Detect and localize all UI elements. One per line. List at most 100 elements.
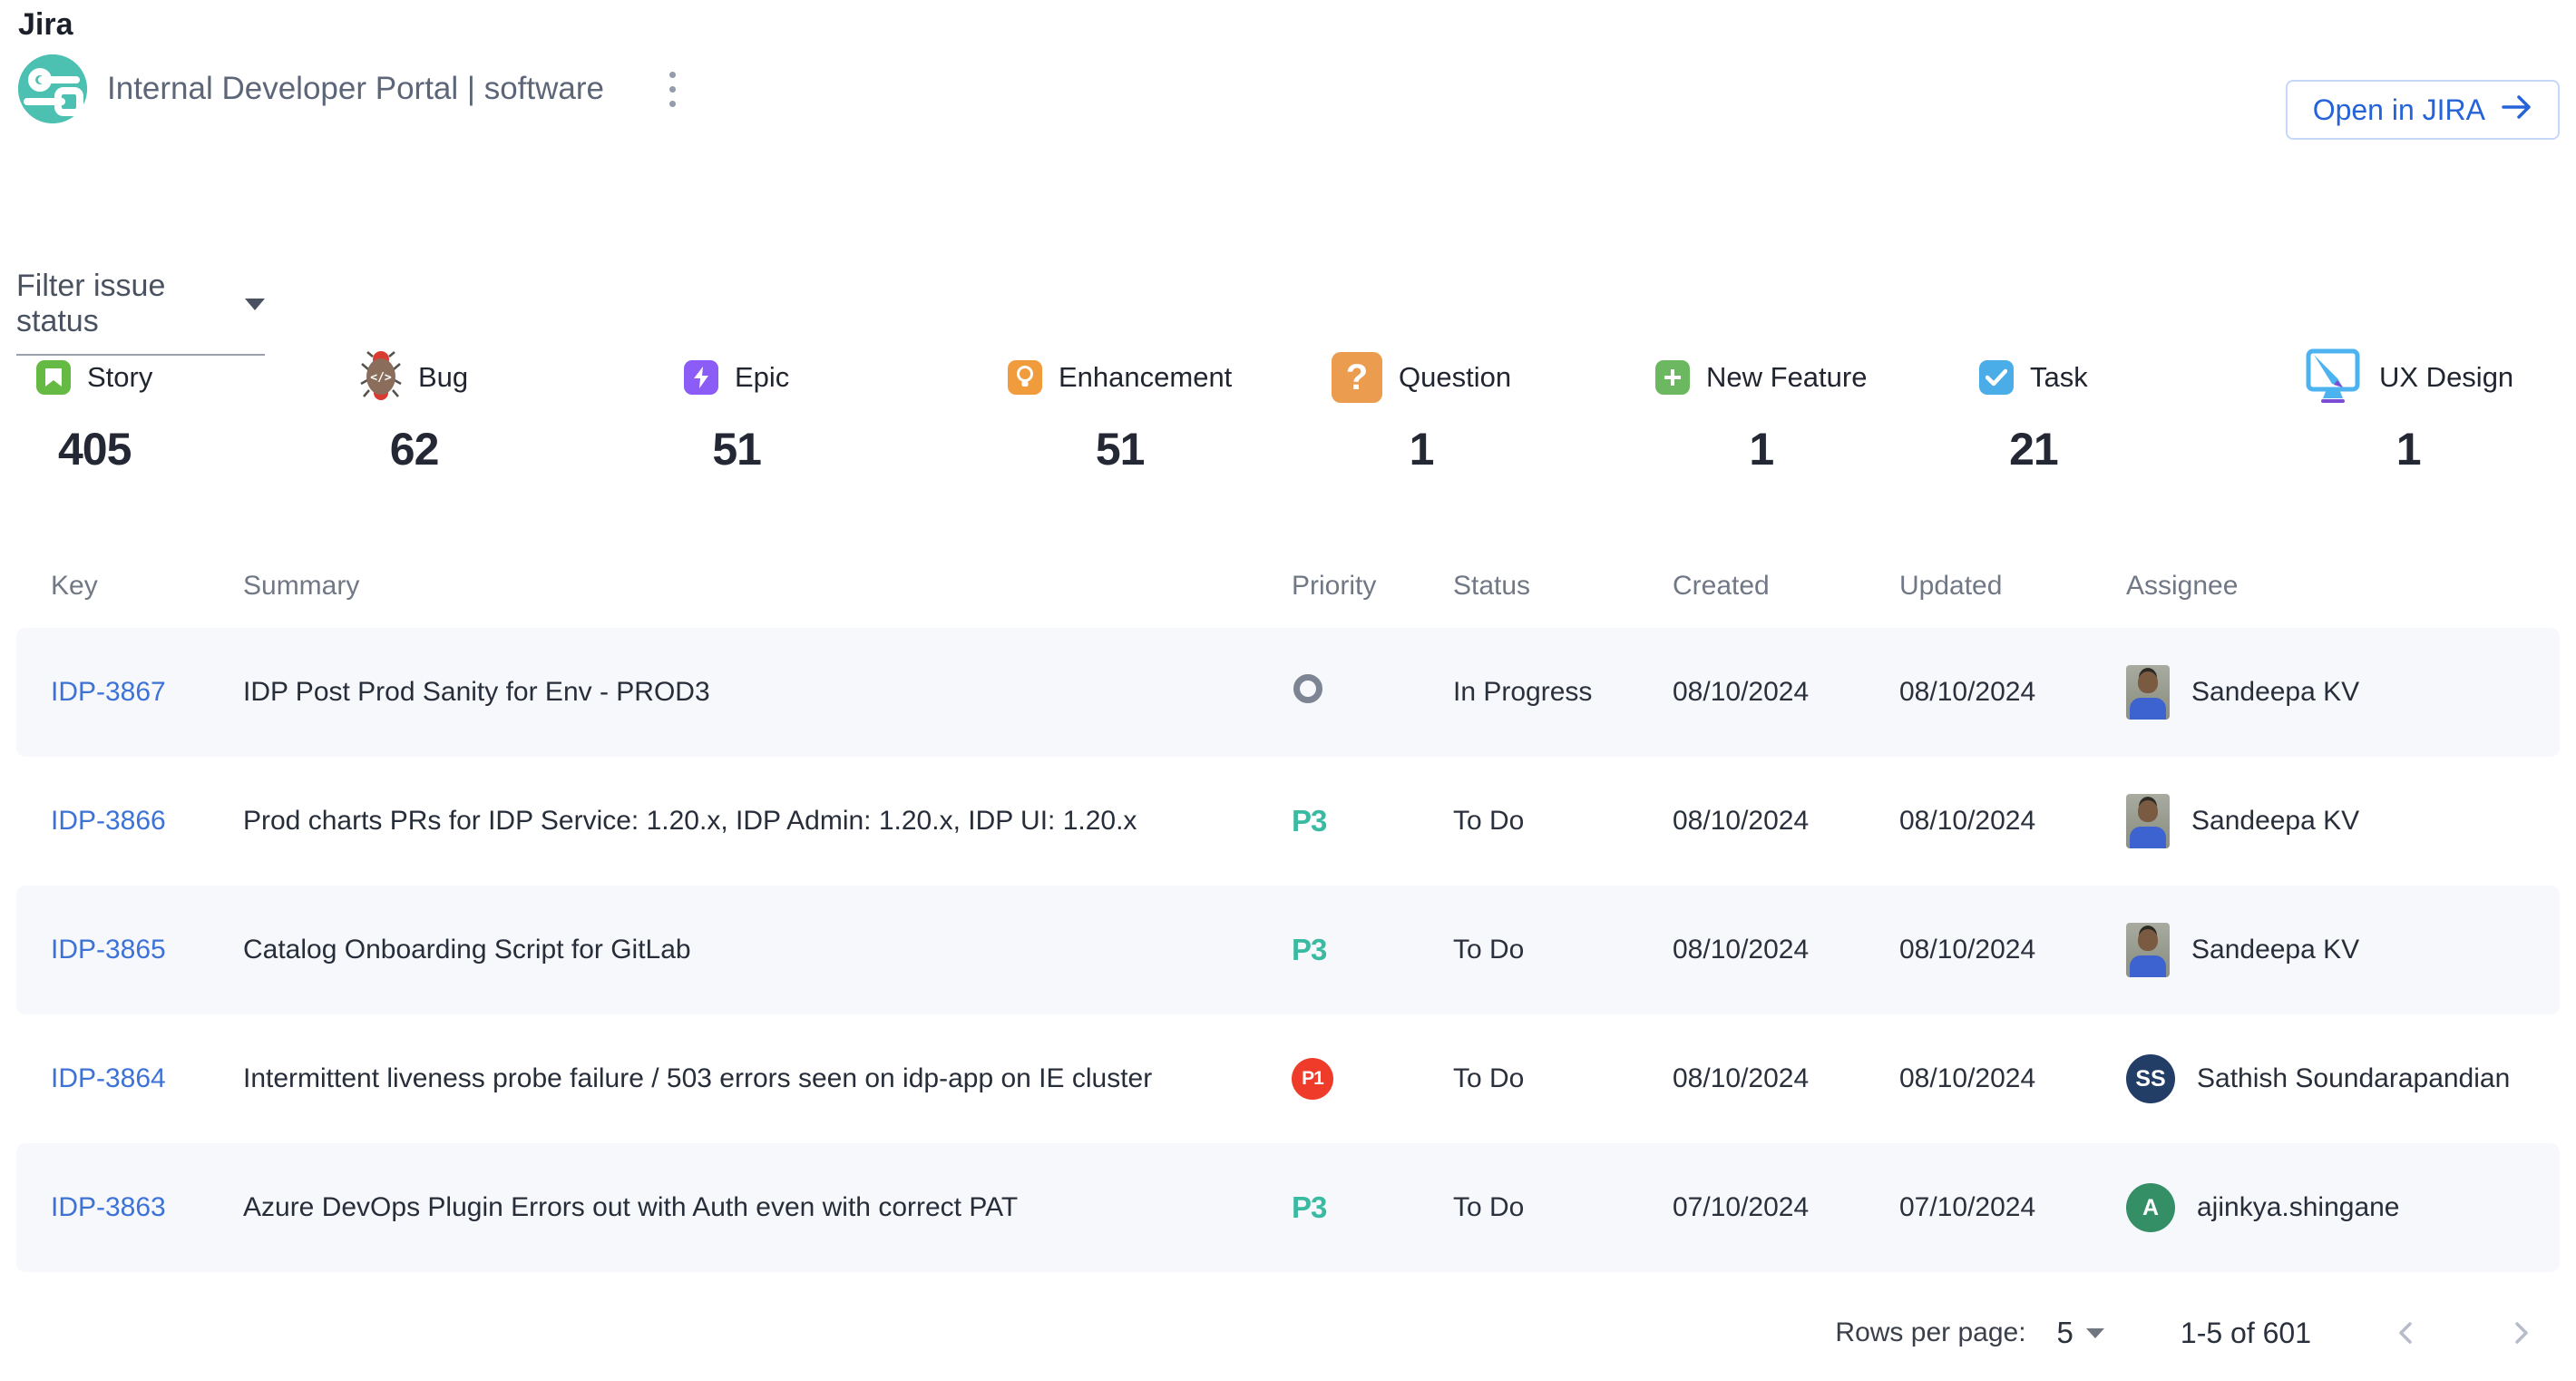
- counter-label: Task: [2030, 361, 2088, 394]
- issue-created: 08/10/2024: [1673, 935, 1899, 965]
- issue-created: 07/10/2024: [1673, 1192, 1899, 1223]
- table-row: IDP-3865 Catalog Onboarding Script for G…: [16, 886, 2560, 1014]
- priority-icon: [1293, 674, 1322, 703]
- new-feature-icon: [1655, 360, 1690, 395]
- counter-ux-design: UX Design 1: [2303, 347, 2576, 475]
- rows-per-page-select[interactable]: 5: [2057, 1316, 2104, 1350]
- open-in-jira-label: Open in JIRA: [2313, 93, 2485, 127]
- kebab-menu-icon[interactable]: [660, 63, 685, 116]
- counter-label: Question: [1399, 361, 1511, 394]
- avatar: A: [2126, 1183, 2175, 1232]
- avatar: [2126, 794, 2170, 848]
- counter-count: 1: [1410, 423, 1434, 475]
- assignee-name: Sathish Soundarapandian: [2197, 1063, 2510, 1094]
- counter-label: Bug: [418, 361, 468, 394]
- issue-summary: Prod charts PRs for IDP Service: 1.20.x,…: [243, 806, 1292, 837]
- task-icon: [1979, 360, 2014, 395]
- counter-bug: </> Bug 62: [360, 347, 684, 475]
- counter-count: 1: [2396, 423, 2421, 475]
- column-header-priority: Priority: [1292, 571, 1453, 602]
- issue-updated: 08/10/2024: [1899, 806, 2126, 837]
- issue-key-link[interactable]: IDP-3863: [51, 1192, 166, 1222]
- priority-icon: P1: [1292, 1058, 1333, 1100]
- issue-summary: Azure DevOps Plugin Errors out with Auth…: [243, 1192, 1292, 1223]
- counter-label: New Feature: [1706, 361, 1867, 394]
- previous-page-button[interactable]: [2387, 1314, 2425, 1352]
- column-header-assignee: Assignee: [2126, 571, 2560, 602]
- enhancement-icon: [1008, 360, 1042, 395]
- counter-epic: Epic 51: [684, 347, 1008, 475]
- question-icon: ?: [1332, 352, 1382, 403]
- table-row: IDP-3866 Prod charts PRs for IDP Service…: [16, 757, 2560, 886]
- issue-updated: 08/10/2024: [1899, 935, 2126, 965]
- issue-status: To Do: [1453, 935, 1673, 965]
- assignee-name: Sandeepa KV: [2191, 806, 2359, 837]
- assignee-name: ajinkya.shingane: [2197, 1192, 2400, 1223]
- issue-status: To Do: [1453, 806, 1673, 837]
- filter-issue-status-select[interactable]: Filter issue status: [16, 269, 265, 356]
- counter-question: ? Question 1: [1332, 347, 1655, 475]
- chevron-down-icon: [245, 299, 265, 310]
- table-row: IDP-3863 Azure DevOps Plugin Errors out …: [16, 1143, 2560, 1272]
- counter-label: Enhancement: [1059, 361, 1232, 394]
- issue-key-link[interactable]: IDP-3867: [51, 677, 166, 707]
- counter-count: 62: [390, 423, 439, 475]
- issue-key-link[interactable]: IDP-3864: [51, 1063, 166, 1093]
- pagination: Rows per page: 5 1-5 of 601: [1835, 1314, 2540, 1352]
- priority-icon: P3: [1292, 933, 1326, 966]
- issue-key-link[interactable]: IDP-3866: [51, 806, 166, 836]
- next-page-button[interactable]: [2502, 1314, 2540, 1352]
- priority-icon: P3: [1292, 1190, 1326, 1224]
- filter-label: Filter issue status: [16, 269, 239, 339]
- avatar: [2126, 923, 2170, 977]
- svg-text:</>: </>: [370, 371, 392, 385]
- avatar: [2126, 665, 2170, 720]
- project-title: Internal Developer Portal | software: [107, 71, 604, 107]
- counter-count: 405: [58, 423, 131, 475]
- issues-table: Key Summary Priority Status Created Upda…: [16, 544, 2560, 1272]
- issue-status: To Do: [1453, 1063, 1673, 1094]
- counter-task: Task 21: [1979, 347, 2303, 475]
- issue-summary: Catalog Onboarding Script for GitLab: [243, 935, 1292, 965]
- counter-enhancement: Enhancement 51: [1008, 347, 1332, 475]
- bug-icon: </>: [360, 349, 402, 406]
- column-header-status: Status: [1453, 571, 1673, 602]
- priority-icon: P3: [1292, 804, 1326, 837]
- counter-label: UX Design: [2379, 361, 2513, 394]
- counter-count: 51: [712, 423, 761, 475]
- issue-status: In Progress: [1453, 677, 1673, 708]
- project-logo-icon: [18, 54, 87, 123]
- column-header-updated: Updated: [1899, 571, 2126, 602]
- column-header-key: Key: [51, 571, 243, 602]
- chevron-down-icon: [2086, 1328, 2104, 1338]
- jira-plugin-page: Jira Internal Developer Portal | softwar…: [0, 0, 2576, 1381]
- issue-summary: Intermittent liveness probe failure / 50…: [243, 1063, 1292, 1094]
- issue-updated: 07/10/2024: [1899, 1192, 2126, 1223]
- ux-design-icon: [2303, 348, 2363, 408]
- assignee-name: Sandeepa KV: [2191, 677, 2359, 708]
- issue-key-link[interactable]: IDP-3865: [51, 935, 166, 965]
- assignee-name: Sandeepa KV: [2191, 935, 2359, 965]
- issue-updated: 08/10/2024: [1899, 677, 2126, 708]
- rows-per-page-label: Rows per page:: [1835, 1317, 2025, 1348]
- avatar: SS: [2126, 1054, 2175, 1103]
- table-row: IDP-3867 IDP Post Prod Sanity for Env - …: [16, 628, 2560, 757]
- counter-count: 51: [1096, 423, 1145, 475]
- column-header-summary: Summary: [243, 571, 1292, 602]
- counter-label: Story: [87, 361, 152, 394]
- column-header-created: Created: [1673, 571, 1899, 602]
- open-in-jira-button[interactable]: Open in JIRA: [2286, 80, 2560, 140]
- counter-label: Epic: [735, 361, 789, 394]
- counter-story: Story 405: [36, 347, 360, 475]
- issue-created: 08/10/2024: [1673, 1063, 1899, 1094]
- table-header-row: Key Summary Priority Status Created Upda…: [16, 544, 2560, 628]
- table-row: IDP-3864 Intermittent liveness probe fai…: [16, 1014, 2560, 1143]
- counter-new-feature: New Feature 1: [1655, 347, 1979, 475]
- story-icon: [36, 360, 71, 395]
- epic-icon: [684, 360, 718, 395]
- counter-count: 21: [2009, 423, 2058, 475]
- issue-updated: 08/10/2024: [1899, 1063, 2126, 1094]
- project-header: Internal Developer Portal | software: [18, 51, 685, 127]
- page-title: Jira: [18, 7, 73, 43]
- pagination-range: 1-5 of 601: [2181, 1317, 2311, 1350]
